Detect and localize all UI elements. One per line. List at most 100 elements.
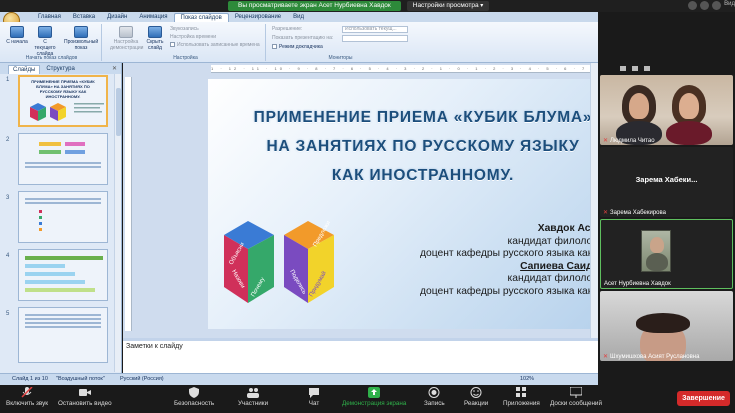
person-shape bbox=[646, 253, 668, 271]
video-tiles: ✕ Людмила Читао Зарема Хабеки... ✕ Зарема … bbox=[598, 75, 735, 373]
unmute-button[interactable]: Включить звук bbox=[6, 387, 48, 407]
thumb-number: 3 bbox=[6, 195, 10, 201]
stop-video-button[interactable]: Остановить видео bbox=[58, 387, 112, 407]
thumb-bullet bbox=[39, 210, 42, 213]
slide-thumbnail[interactable]: ПРИМЕНЕНИЕ ПРИЕМА «КУБИК БЛУМА» НА ЗАНЯТ… bbox=[18, 75, 108, 127]
tab-review[interactable]: Рецензирование bbox=[229, 13, 287, 22]
maximize-icon[interactable] bbox=[700, 1, 709, 10]
thumb-text-line bbox=[25, 314, 101, 316]
record-option[interactable]: Звукозапись bbox=[170, 26, 199, 33]
thumb-text-line bbox=[25, 202, 101, 204]
setup-show-button[interactable]: Настройка демонстрации bbox=[110, 26, 143, 51]
whiteboards-button[interactable]: Доски сообщений bbox=[550, 387, 602, 407]
group-label-setup: Настройка bbox=[173, 55, 198, 61]
slide-title-line: КАК ИНОСТРАННОМУ. bbox=[331, 167, 515, 184]
thumb-cubes bbox=[30, 103, 104, 121]
participants-icon bbox=[247, 388, 260, 398]
thumb-shape bbox=[25, 272, 75, 276]
minimize-icon[interactable] bbox=[632, 65, 638, 71]
view-label[interactable]: Вид bbox=[724, 1, 735, 7]
panel-scrollbar[interactable] bbox=[114, 74, 121, 372]
close-icon[interactable] bbox=[712, 1, 721, 10]
editor-scrollbar[interactable] bbox=[590, 63, 598, 338]
tab-insert[interactable]: Вставка bbox=[67, 13, 101, 22]
thumb-shape bbox=[39, 150, 61, 154]
from-start-button[interactable]: С начала bbox=[6, 26, 28, 45]
hide-slide-button[interactable]: Скрыть слайд bbox=[144, 26, 166, 51]
rehearse-option[interactable]: Настройка времени bbox=[170, 34, 216, 41]
horizontal-ruler: 1 · 12 · 11 · 10 · 9 · 8 · 7 · 6 · 5 · 4… bbox=[211, 65, 601, 73]
custom-show-button[interactable]: Произвольный показ bbox=[64, 26, 98, 51]
participant-tile-active-speaker[interactable]: Асет Нурбиевна Хавдок bbox=[600, 219, 733, 289]
show-on-select[interactable] bbox=[342, 35, 408, 42]
close-icon[interactable]: ✕ bbox=[112, 65, 117, 74]
tab-slideshow[interactable]: Показ слайдов bbox=[173, 13, 229, 22]
thumb-shape bbox=[25, 288, 95, 292]
presenter-view-option[interactable]: Режим докладчика bbox=[272, 44, 323, 51]
use-timings-option[interactable]: Использовать записанные времена bbox=[170, 42, 260, 49]
record-button[interactable]: Запись bbox=[424, 387, 445, 407]
slide-editor: 1 · 12 · 11 · 10 · 9 · 8 · 7 · 6 · 5 · 4… bbox=[123, 63, 601, 373]
minimize-icon[interactable] bbox=[688, 1, 697, 10]
participant-tile[interactable]: ✕ Шхумишхова Асият Руслановна bbox=[600, 291, 733, 361]
view-options-button[interactable]: Настройки просмотра bbox=[406, 1, 490, 11]
participant-label: ✕ Зарема Хабекирова bbox=[603, 209, 666, 217]
thumb-text-line bbox=[25, 326, 101, 328]
mic-muted-icon: ✕ bbox=[603, 210, 609, 216]
tab-view[interactable]: Вид bbox=[287, 13, 310, 22]
security-button[interactable]: Безопасность bbox=[174, 387, 214, 407]
ribbon: С начала С текущего слайда Произвольный … bbox=[0, 22, 598, 63]
slide-title[interactable]: ПРИМЕНЕНИЕ ПРИЕМА «КУБИК БЛУМА» НА ЗАНЯТ… bbox=[208, 103, 600, 190]
person-shape bbox=[629, 93, 649, 119]
record-icon bbox=[428, 387, 440, 398]
thumb-text-line bbox=[25, 166, 101, 168]
grid-icon[interactable] bbox=[644, 65, 650, 71]
from-current-button[interactable]: С текущего слайда bbox=[32, 26, 58, 57]
participants-button[interactable]: Участники bbox=[238, 387, 268, 407]
reactions-icon bbox=[470, 387, 482, 398]
thumb-title: ПРИМЕНЕНИЕ ПРИЕМА «КУБИК БЛУМА» НА ЗАНЯТ… bbox=[31, 79, 95, 99]
participant-video bbox=[641, 230, 671, 272]
chat-button[interactable]: Чат bbox=[308, 387, 320, 407]
share-screen-button[interactable]: Демонстрация экрана bbox=[342, 387, 406, 407]
thumb-text-line bbox=[25, 322, 101, 324]
apps-button[interactable]: Приложения bbox=[503, 387, 540, 407]
person-shape bbox=[636, 313, 690, 333]
tab-slides[interactable]: Слайды bbox=[8, 65, 41, 74]
author-position: доцент кафедры русского языка как иностр… bbox=[419, 248, 600, 259]
resolution-select[interactable]: Использовать текущ... bbox=[342, 26, 408, 33]
thumb-bullet bbox=[39, 228, 42, 231]
tab-animation[interactable]: Анимация bbox=[133, 13, 173, 22]
zoom-window: Вы просматриваете экран Асет Нурбиевна Х… bbox=[0, 0, 735, 413]
tab-home[interactable]: Главная bbox=[32, 13, 67, 22]
notes-placeholder: Заметки к слайду bbox=[126, 343, 183, 350]
slide-thumbnail[interactable] bbox=[18, 191, 108, 243]
tab-outline[interactable]: Структура bbox=[42, 65, 78, 74]
slide-thumbnail[interactable] bbox=[18, 307, 108, 363]
thumb-number: 4 bbox=[6, 253, 10, 259]
participant-tile[interactable]: ✕ Людмила Читао bbox=[600, 75, 733, 145]
share-banner: Вы просматриваете экран Асет Нурбиевна Х… bbox=[228, 1, 490, 11]
slide-canvas[interactable]: ПРИМЕНЕНИЕ ПРИЕМА «КУБИК БЛУМА» НА ЗАНЯТ… bbox=[208, 79, 600, 329]
thumb-bullet bbox=[39, 222, 42, 225]
layout-icon[interactable] bbox=[620, 65, 626, 71]
end-meeting-button[interactable]: Завершение bbox=[677, 391, 730, 406]
panel-tabs: Слайды Структура ✕ bbox=[0, 63, 121, 74]
language: Русский (Россия) bbox=[120, 376, 164, 382]
zoom-level[interactable]: 102% bbox=[520, 376, 534, 382]
tab-design[interactable]: Дизайн bbox=[101, 13, 133, 22]
authors-block[interactable]: Хавдок Асет Нурбиевна кандидат филологич… bbox=[280, 223, 600, 298]
chat-icon bbox=[309, 388, 319, 398]
scrollbar-thumb[interactable] bbox=[116, 88, 121, 136]
hide-slide-icon bbox=[148, 26, 162, 38]
slide-thumbnail[interactable] bbox=[18, 133, 108, 185]
participant-tile[interactable]: Зарема Хабеки... ✕ Зарема Хабекирова bbox=[600, 147, 733, 217]
video-camera-icon bbox=[78, 389, 91, 396]
person-shape bbox=[666, 121, 712, 145]
thumb-text-line bbox=[25, 198, 101, 200]
ppt-status-bar: Слайд 1 из 10 "Воздушный поток" Русский … bbox=[0, 373, 598, 385]
reactions-button[interactable]: Реакции bbox=[464, 387, 488, 407]
theme-name: "Воздушный поток" bbox=[56, 376, 105, 382]
slide-thumbnail[interactable] bbox=[18, 249, 108, 301]
notes-pane[interactable]: Заметки к слайду bbox=[123, 338, 598, 373]
